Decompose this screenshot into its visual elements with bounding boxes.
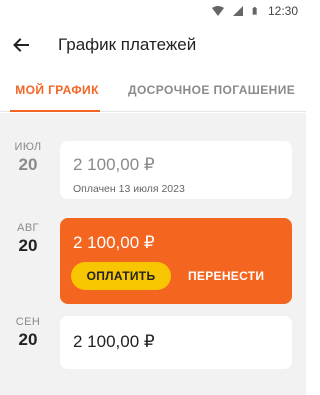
page-title: График платежей (58, 35, 197, 54)
payment-amount: 2 100,00 ₽ (73, 332, 155, 351)
payment-status-note: Оплачен 13 июля 2023 (73, 183, 185, 195)
payment-row-july: ИЮЛ 20 2 100,00 ₽ Оплачен 13 июля 2023 (0, 141, 306, 199)
payment-day: 20 (18, 330, 38, 349)
payment-month: ИЮЛ (14, 141, 42, 153)
battery-icon (252, 7, 257, 15)
wifi-icon (211, 6, 224, 16)
payment-month: СЕН (15, 316, 41, 328)
pay-button[interactable]: ОПЛАТИТЬ (71, 262, 171, 290)
payment-month: АВГ (17, 222, 39, 234)
arrow-left-icon (13, 38, 29, 52)
payment-date: СЕН 20 (0, 316, 56, 350)
app-bar: График платежей (0, 22, 306, 68)
tab-bar: МОЙ ГРАФИК ДОСРОЧНОЕ ПОГАШЕНИЕ (0, 68, 306, 112)
payment-row-august: АВГ 20 2 100,00 ₽ ОПЛАТИТЬ ПЕРЕНЕСТИ (0, 218, 306, 304)
payment-card-paid[interactable]: 2 100,00 ₽ Оплачен 13 июля 2023 (60, 141, 292, 199)
payment-amount: 2 100,00 ₽ (73, 155, 155, 174)
status-time: 12:30 (267, 4, 298, 18)
payment-row-september: СЕН 20 2 100,00 ₽ (0, 316, 306, 369)
tab-early-repayment[interactable]: ДОСРОЧНОЕ ПОГАШЕНИЕ (114, 68, 306, 111)
signal-icon (232, 6, 243, 16)
payment-amount: 2 100,00 ₽ (73, 233, 155, 252)
payment-date: АВГ 20 (0, 222, 56, 256)
payment-card-due[interactable]: 2 100,00 ₽ ОПЛАТИТЬ ПЕРЕНЕСТИ (60, 218, 292, 304)
status-bar: 12:30 (0, 0, 306, 22)
tab-my-schedule[interactable]: МОЙ ГРАФИК (0, 68, 114, 112)
payment-day: 20 (18, 236, 38, 255)
payment-date: ИЮЛ 20 (0, 141, 56, 175)
payment-day: 20 (18, 155, 38, 174)
back-button[interactable] (6, 30, 36, 60)
postpone-button[interactable]: ПЕРЕНЕСТИ (188, 262, 264, 290)
payment-schedule-list: ИЮЛ 20 2 100,00 ₽ Оплачен 13 июля 2023 А… (0, 113, 306, 395)
payment-card-upcoming[interactable]: 2 100,00 ₽ (60, 316, 292, 369)
